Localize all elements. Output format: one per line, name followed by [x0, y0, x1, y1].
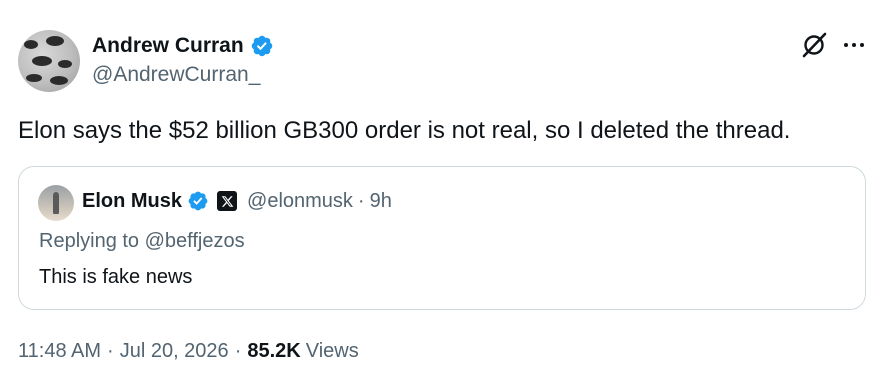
meta-separator: ·: [107, 340, 114, 362]
author-name-text[interactable]: Andrew Curran: [92, 34, 244, 58]
quoted-timestamp[interactable]: 9h: [370, 190, 392, 213]
tweet-text: Elon says the $52 billion GB300 order is…: [18, 117, 791, 144]
quoted-tweet-card[interactable]: Elon Musk @elonmusk · 9h Replying to @be…: [18, 166, 866, 310]
views-count: 85.2K: [247, 340, 301, 362]
tweet-time[interactable]: 11:48 AM: [18, 338, 101, 364]
views-label: Views: [305, 340, 359, 362]
tweet-date[interactable]: Jul 20, 2026: [120, 338, 229, 364]
author-avatar[interactable]: [18, 30, 80, 92]
quoted-author-avatar[interactable]: [38, 185, 74, 221]
quoted-tweet-text: This is fake news: [39, 266, 193, 288]
reply-mention-link[interactable]: @beffjezos: [145, 230, 245, 252]
quoted-separator: ·: [357, 189, 365, 212]
verified-badge-icon: [188, 191, 208, 211]
author-name[interactable]: Andrew Curran: [92, 34, 274, 58]
author-handle[interactable]: @AndrewCurran_: [92, 63, 260, 87]
verified-badge-icon: [251, 35, 272, 57]
x-logo-icon: [217, 191, 238, 211]
meta-separator: ·: [234, 340, 242, 362]
quoted-tweet-header: Elon Musk @elonmusk · 9h: [82, 189, 392, 213]
grok-icon[interactable]: [800, 31, 828, 59]
replying-to-prefix: Replying to: [39, 230, 145, 252]
tweet-meta: 11:48 AM · Jul 20, 2026 · 85.2K Views: [18, 338, 359, 364]
more-horizontal-icon[interactable]: [842, 36, 866, 54]
quoted-author-handle[interactable]: @elonmusk: [247, 189, 353, 213]
replying-to-line: Replying to @beffjezos: [39, 229, 245, 253]
quoted-author-name[interactable]: Elon Musk: [82, 189, 182, 213]
